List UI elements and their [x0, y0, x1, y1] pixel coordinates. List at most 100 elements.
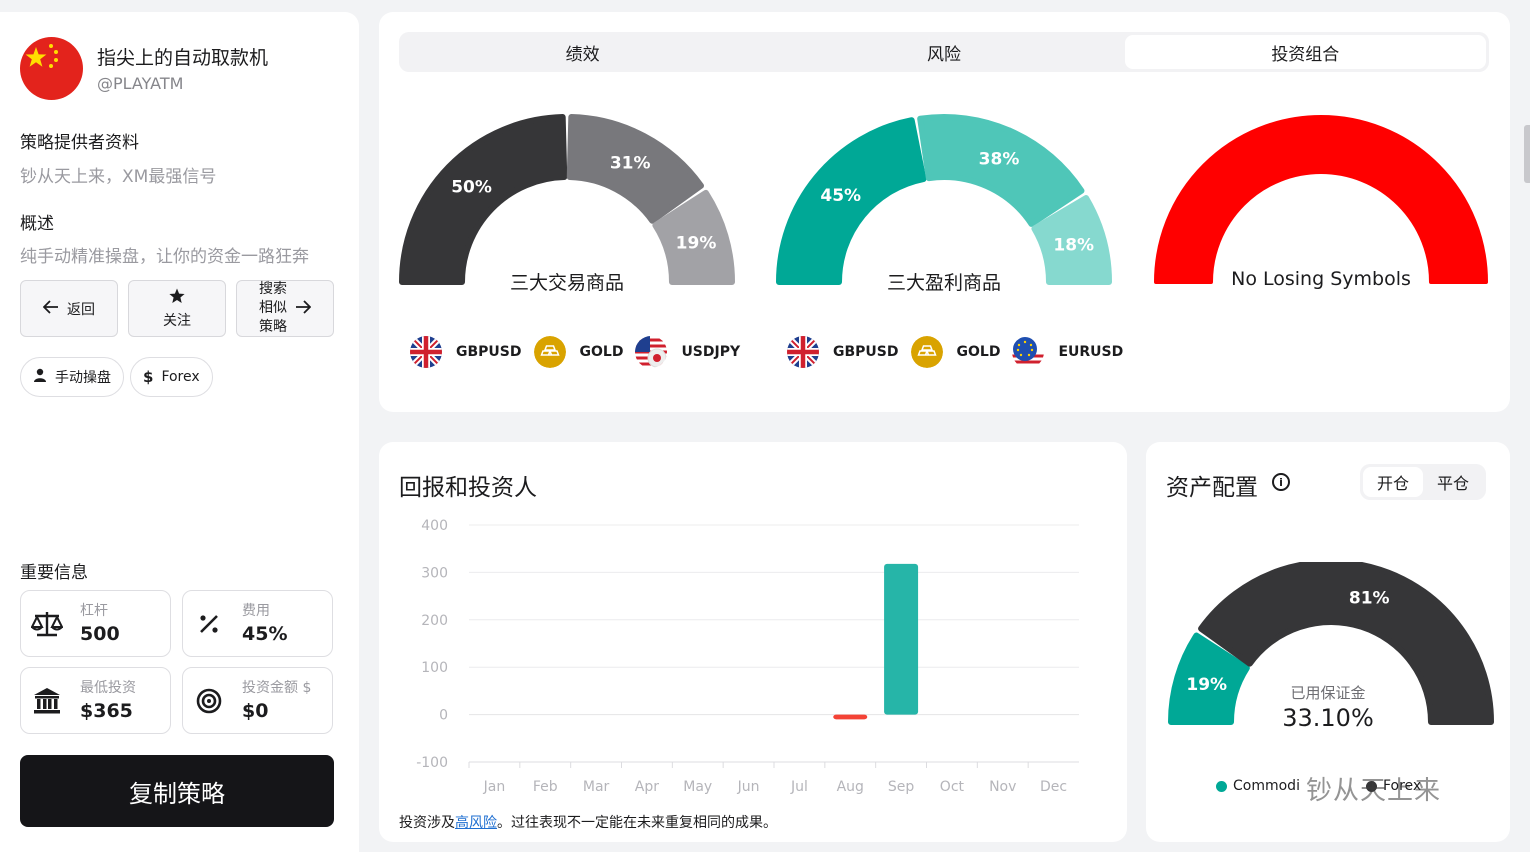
y-tick-label: -100 [416, 755, 448, 771]
provider-heading: 策略提供者资料 [20, 133, 139, 153]
x-tick-label: May [683, 779, 712, 795]
profile-handle: @PLAYATM [97, 74, 184, 93]
top-traded-symbols: GBPUSD GOLD USDJPY [410, 334, 752, 370]
bank-icon [31, 685, 63, 717]
min-investment-value: $365 [80, 700, 133, 722]
investment-amount-value: $0 [242, 700, 269, 722]
high-risk-link[interactable]: 高风险 [455, 815, 497, 831]
dollar-icon: $ [143, 368, 154, 386]
traded-slice-label-2: 31% [610, 154, 651, 174]
overview-text: 纯手动精准操盘，让你的资金一路狂奔 [20, 247, 309, 267]
search-similar-label-2: 相似 [259, 300, 287, 316]
fee-box: 费用 45% [182, 590, 333, 657]
tab-risk[interactable]: 风险 [763, 35, 1124, 69]
star-icon [169, 288, 185, 308]
toggle-open-positions[interactable]: 开仓 [1363, 467, 1423, 497]
eu-us-flag-icon [1012, 336, 1045, 368]
top-profitable-title: 三大盈利商品 [886, 272, 1001, 294]
percent-icon [193, 608, 225, 640]
x-tick-label: Jun [737, 779, 760, 795]
disclaimer-suffix: 。过往表现不一定能在未来重复相同的成果。 [497, 815, 777, 831]
important-info-heading: 重要信息 [20, 563, 88, 583]
overview-heading: 概述 [20, 214, 54, 234]
follow-button[interactable]: 关注 [128, 280, 226, 337]
profitable-slice-label-2: 38% [979, 150, 1020, 170]
toggle-closed-positions[interactable]: 平仓 [1423, 467, 1483, 497]
legend-commodities-swatch [1216, 780, 1227, 792]
provider-text: 钞从天上来，XM最强信号 [20, 167, 217, 187]
y-tick-label: 300 [421, 565, 448, 581]
min-investment-label: 最低投资 [80, 680, 136, 696]
x-tick-label: Jul [790, 779, 808, 795]
y-tick-label: 100 [421, 660, 448, 676]
x-tick-label: Feb [533, 779, 558, 795]
x-tick-label: Mar [583, 779, 610, 795]
tab-bar: 绩效 风险 投资组合 [399, 32, 1489, 72]
asset-allocation-title: 资产配置 [1166, 475, 1258, 501]
x-tick-label: Dec [1040, 779, 1067, 795]
tag-forex-label: Forex [161, 369, 200, 385]
scale-icon [31, 608, 63, 640]
profitable-slice-2[interactable] [917, 114, 1085, 227]
returns-bar-chart: 400 300 200 100 0 -100 Jan Feb Mar Apr May Jun Jul Au… [416, 518, 1079, 795]
search-similar-label-1: 搜索 [259, 281, 287, 297]
leverage-value: 500 [80, 623, 120, 645]
returns-title: 回报和投资人 [399, 475, 537, 501]
search-similar-label-3: 策略 [259, 319, 287, 335]
tab-portfolio[interactable]: 投资组合 [1124, 35, 1486, 69]
investment-amount-label: 投资金额 $ [242, 680, 312, 696]
bar-aug[interactable] [833, 714, 868, 720]
y-tick-label: 0 [439, 708, 448, 724]
uk-flag-icon [410, 336, 442, 368]
fee-value: 45% [242, 623, 288, 645]
symbol-label: USDJPY [681, 344, 741, 360]
arrow-right-icon [295, 299, 312, 318]
scrollbar[interactable] [1524, 125, 1530, 183]
uk-flag-icon [787, 336, 819, 368]
tag-manual-trading[interactable]: 手动操盘 [20, 357, 124, 397]
traded-slice-label-3: 19% [676, 233, 717, 253]
symbol-gold[interactable]: GOLD [910, 336, 1001, 368]
x-tick-label: Jan [483, 779, 506, 795]
returns-investors-panel: 回报和投资人 400 300 200 100 0 -100 Jan Feb Mar Apr May J… [379, 442, 1127, 842]
back-button[interactable]: 返回 [20, 280, 118, 337]
min-investment-box: 最低投资 $365 [20, 667, 171, 734]
losing-arc [1154, 115, 1488, 284]
x-tick-label: Sep [888, 779, 915, 795]
leverage-box: 杠杆 500 [20, 590, 171, 657]
symbol-usdjpy[interactable]: USDJPY [635, 336, 740, 368]
traded-slice-label-1: 50% [451, 178, 492, 198]
top-traded-title: 三大交易商品 [509, 272, 624, 294]
tag-forex[interactable]: $ Forex [130, 357, 213, 397]
symbol-label: GOLD [956, 344, 1001, 360]
top-profitable-symbols: GBPUSD GOLD EURUSD [787, 334, 1135, 370]
us-jp-flag-icon [635, 336, 668, 368]
symbol-gold[interactable]: GOLD [533, 336, 624, 368]
traded-slice-1[interactable] [399, 114, 568, 285]
used-margin-label: 已用保证金 [1290, 684, 1366, 702]
fee-label: 费用 [242, 603, 270, 619]
y-tick-label: 400 [421, 518, 448, 534]
losing-symbols-title: No Losing Symbols [1231, 268, 1411, 290]
symbol-label: GOLD [579, 344, 624, 360]
used-margin-value: 33.10% [1282, 704, 1374, 732]
bar-sep[interactable] [884, 563, 919, 715]
back-label: 返回 [67, 301, 95, 318]
info-icon[interactable]: i [1272, 473, 1290, 491]
follow-label: 关注 [163, 312, 191, 329]
symbol-gbpusd[interactable]: GBPUSD [787, 336, 899, 368]
strategy-sidebar: 指尖上的自动取款机 @PLAYATM 策略提供者资料 钞从天上来，XM最强信号 … [0, 12, 359, 852]
symbol-label: GBPUSD [833, 344, 899, 360]
arrow-left-icon [42, 299, 59, 318]
disclaimer-prefix: 投资涉及 [399, 815, 455, 831]
symbol-gbpusd[interactable]: GBPUSD [410, 336, 522, 368]
x-tick-label: Apr [635, 779, 659, 795]
copy-strategy-button[interactable]: 复制策略 [20, 755, 334, 827]
tab-performance[interactable]: 绩效 [402, 35, 763, 69]
symbol-eurusd[interactable]: EURUSD [1012, 336, 1123, 368]
profile-name: 指尖上的自动取款机 [97, 47, 269, 69]
risk-disclaimer: 投资涉及高风险。过往表现不一定能在未来重复相同的成果。 [399, 812, 777, 832]
search-similar-strategies-button[interactable]: 搜索 相似 策略 [236, 280, 334, 337]
margin-slice-label-1: 19% [1186, 675, 1227, 695]
target-icon [193, 685, 225, 717]
